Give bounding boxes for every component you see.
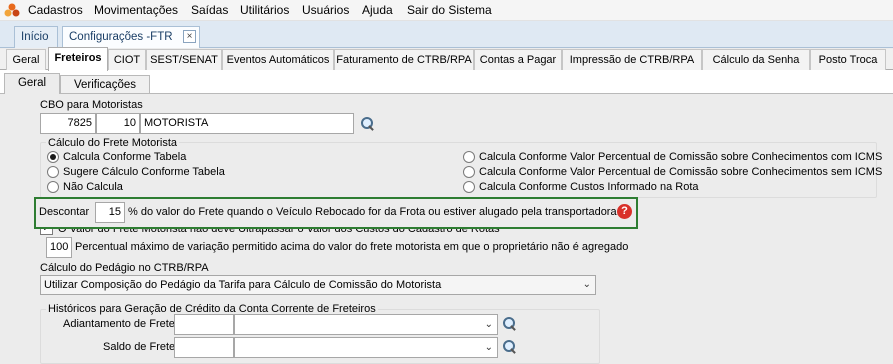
menu-ajuda[interactable]: Ajuda bbox=[362, 3, 393, 18]
pedagio-select[interactable]: Utilizar Composição do Pedágio da Tarifa… bbox=[40, 275, 596, 295]
app-logo-icon bbox=[4, 3, 20, 17]
pedagio-selected: Utilizar Composição do Pedágio da Tarifa… bbox=[44, 279, 442, 291]
tab-configuracoes-ftr[interactable]: Configurações -FTR × bbox=[62, 26, 200, 48]
tab-calculo-senha[interactable]: Cálculo da Senha bbox=[702, 49, 810, 70]
adiantamento-select[interactable]: ⌄ bbox=[234, 314, 498, 335]
calculo-frete-label: Cálculo do Frete Motorista bbox=[46, 137, 179, 150]
radio-comissao-sem-icms[interactable] bbox=[463, 166, 475, 178]
subtab-geral[interactable]: Geral bbox=[4, 73, 60, 94]
menu-cadastros[interactable]: Cadastros bbox=[28, 3, 83, 18]
search-icon[interactable] bbox=[502, 316, 518, 332]
menu-sair[interactable]: Sair do Sistema bbox=[407, 3, 492, 18]
radio-sugere-calculo[interactable] bbox=[47, 166, 59, 178]
radio-nao-calcula-label: Não Calcula bbox=[63, 181, 123, 193]
radio-nao-calcula[interactable] bbox=[47, 181, 59, 193]
radio-sugere-calculo-label: Sugere Cálculo Conforme Tabela bbox=[63, 166, 225, 178]
saldo-select[interactable]: ⌄ bbox=[234, 337, 498, 358]
close-icon[interactable]: × bbox=[183, 30, 196, 43]
tab-eventos-automaticos[interactable]: Eventos Automáticos bbox=[222, 49, 334, 70]
descontar-label: Descontar bbox=[39, 206, 90, 218]
tab-inicio-label: Início bbox=[21, 31, 49, 43]
radio-calcula-tabela-label: Calcula Conforme Tabela bbox=[63, 151, 187, 163]
adiantamento-code-input[interactable] bbox=[174, 314, 234, 335]
search-icon[interactable] bbox=[502, 339, 518, 355]
cbo-description-input[interactable]: MOTORISTA bbox=[140, 113, 354, 134]
menu-utilitarios[interactable]: Utilitários bbox=[240, 3, 289, 18]
cbo-code-input[interactable]: 7825 bbox=[40, 113, 96, 134]
tab-configuracoes-label: Configurações -FTR bbox=[69, 31, 173, 43]
chevron-down-icon[interactable]: ⌄ bbox=[485, 338, 493, 357]
pedagio-label: Cálculo do Pedágio no CTRB/RPA bbox=[40, 262, 209, 274]
menu-movimentacoes[interactable]: Movimentações bbox=[94, 3, 178, 18]
cbo-sub-input[interactable]: 10 bbox=[96, 113, 140, 134]
chevron-down-icon[interactable]: ⌄ bbox=[485, 315, 493, 334]
radio-comissao-sem-icms-label: Calcula Conforme Valor Percentual de Com… bbox=[479, 166, 883, 178]
tab-freteiros[interactable]: Freteiros bbox=[48, 47, 108, 71]
menu-bar: Cadastros Movimentações Saídas Utilitári… bbox=[0, 0, 893, 21]
menu-saidas[interactable]: Saídas bbox=[191, 3, 228, 18]
descontar-description: % do valor do Frete quando o Veículo Reb… bbox=[128, 206, 620, 218]
radio-comissao-com-icms-label: Calcula Conforme Valor Percentual de Com… bbox=[479, 151, 883, 163]
descontar-percent-input[interactable]: 15 bbox=[95, 202, 125, 223]
percentual-label: Percentual máximo de variação permitido … bbox=[75, 241, 629, 253]
tab-contas-a-pagar[interactable]: Contas a Pagar bbox=[474, 49, 562, 70]
saldo-code-input[interactable] bbox=[174, 337, 234, 358]
radio-comissao-com-icms[interactable] bbox=[463, 151, 475, 163]
descontar-highlight: Descontar 15 % do valor do Frete quando … bbox=[34, 197, 638, 229]
tab-geral[interactable]: Geral bbox=[6, 49, 46, 70]
radio-custos-rota[interactable] bbox=[463, 181, 475, 193]
menu-usuarios[interactable]: Usuários bbox=[302, 3, 349, 18]
tab-faturamento-ctrb-rpa[interactable]: Faturamento de CTRB/RPA bbox=[334, 49, 474, 70]
saldo-label: Saldo de Frete bbox=[103, 341, 176, 353]
percentual-input[interactable]: 100 bbox=[46, 237, 72, 258]
tab-ciot[interactable]: CIOT bbox=[108, 49, 146, 70]
tab-impressao-ctrb-rpa[interactable]: Impressão de CTRB/RPA bbox=[562, 49, 702, 70]
radio-calcula-tabela[interactable] bbox=[47, 151, 59, 163]
cbo-label: CBO para Motoristas bbox=[40, 99, 143, 111]
help-icon[interactable]: ? bbox=[617, 204, 632, 219]
radio-custos-rota-label: Calcula Conforme Custos Informado na Rot… bbox=[479, 181, 699, 193]
tab-inicio[interactable]: Início bbox=[14, 26, 58, 48]
subtab-verificacoes[interactable]: Verificações bbox=[60, 75, 150, 95]
chevron-down-icon[interactable]: ⌄ bbox=[583, 276, 591, 294]
tab-posto-troca[interactable]: Posto Troca bbox=[810, 49, 886, 70]
adiantamento-label: Adiantamento de Frete bbox=[63, 318, 175, 330]
search-icon[interactable] bbox=[360, 116, 376, 132]
tab-sest-senat[interactable]: SEST/SENAT bbox=[146, 49, 222, 70]
